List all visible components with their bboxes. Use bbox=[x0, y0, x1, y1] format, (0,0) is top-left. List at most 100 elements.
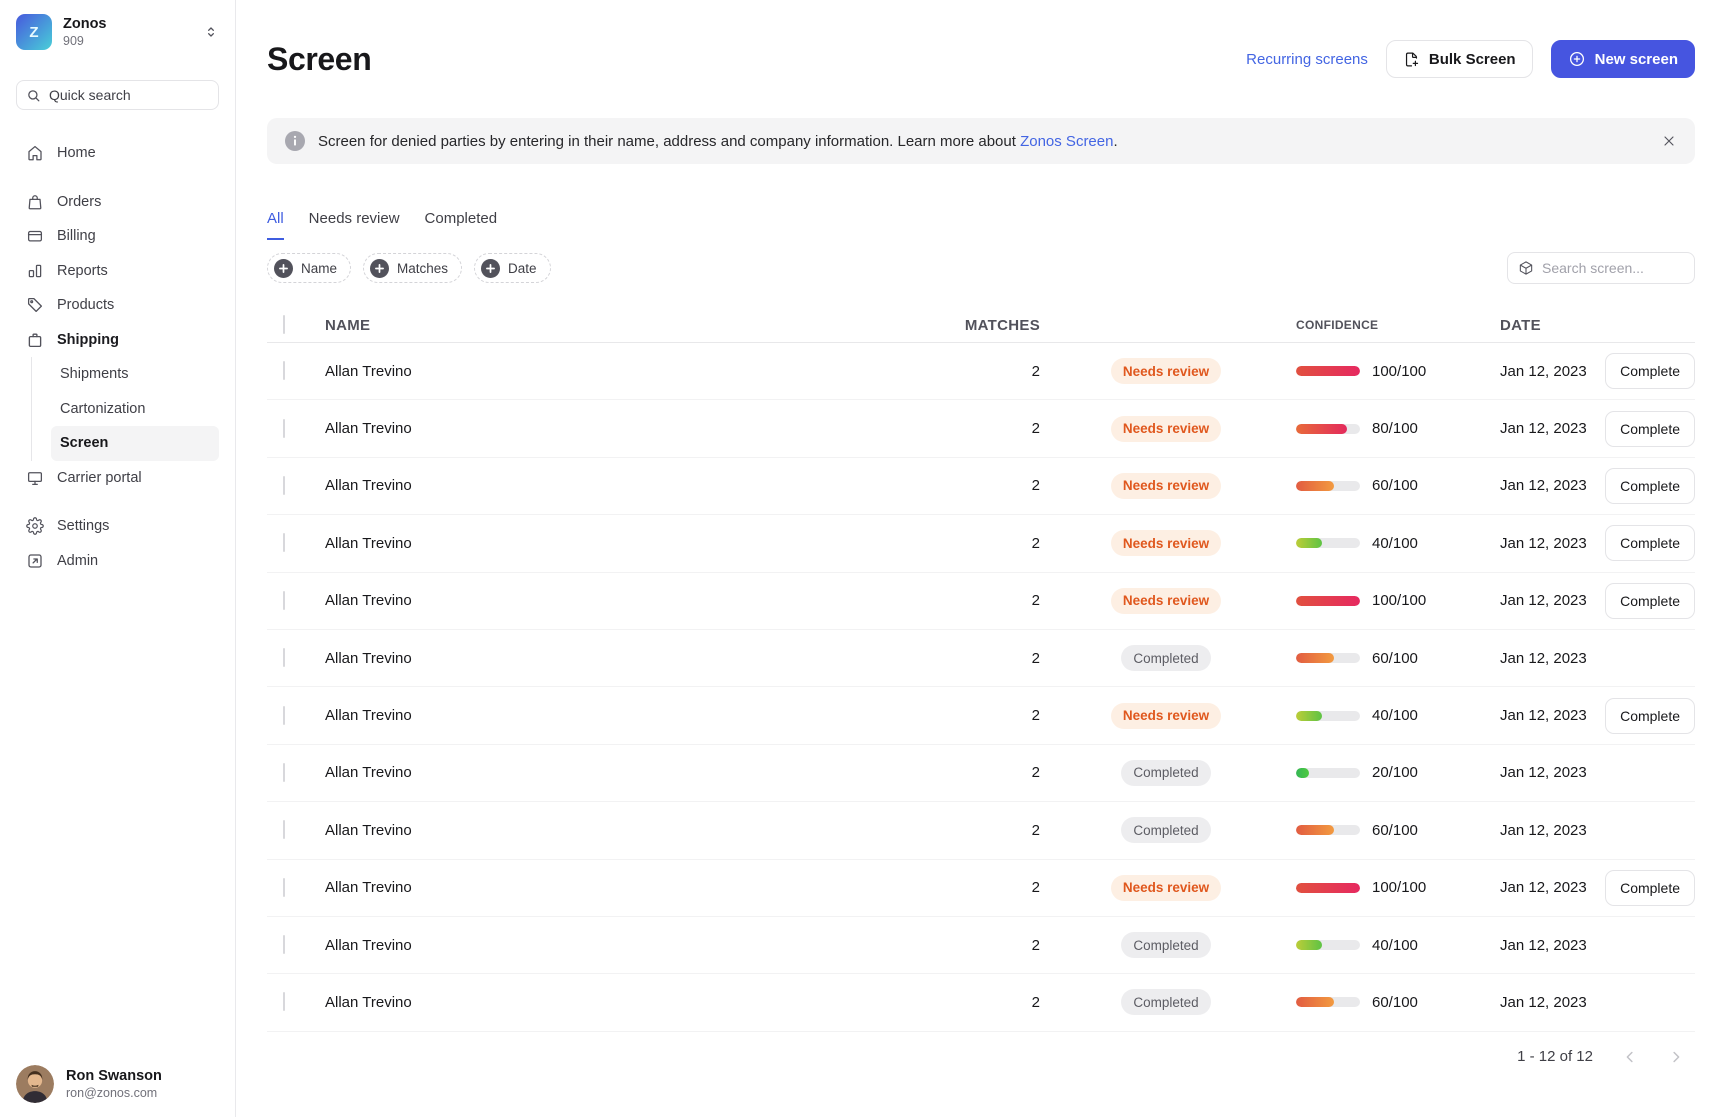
confidence-score: 20/100 bbox=[1372, 764, 1418, 781]
row-date: Jan 12, 2023 bbox=[1500, 937, 1600, 954]
confidence-score: 40/100 bbox=[1372, 535, 1418, 552]
select-all-checkbox[interactable] bbox=[283, 315, 285, 334]
row-checkbox[interactable] bbox=[283, 648, 285, 667]
sidebar-item-admin[interactable]: Admin bbox=[16, 544, 219, 579]
row-matches: 2 bbox=[860, 994, 1040, 1011]
info-icon bbox=[285, 131, 305, 151]
chevron-left-icon[interactable] bbox=[1621, 1048, 1639, 1066]
confidence-bar-fill bbox=[1296, 768, 1309, 778]
tab-all[interactable]: All bbox=[267, 210, 284, 240]
row-confidence-cell: 20/100 bbox=[1292, 764, 1500, 781]
complete-button[interactable]: Complete bbox=[1605, 583, 1695, 619]
row-checkbox[interactable] bbox=[283, 361, 285, 380]
sidebar-item-products[interactable]: Products bbox=[16, 288, 219, 323]
quick-search-input[interactable] bbox=[49, 87, 209, 103]
user-avatar bbox=[16, 1065, 54, 1103]
row-checkbox[interactable] bbox=[283, 820, 285, 839]
table-row: Allan Trevino 2 Completed 60/100 Jan 12,… bbox=[267, 802, 1695, 859]
row-status-cell: Needs review bbox=[1040, 875, 1292, 901]
filter-chip-matches[interactable]: Matches bbox=[363, 253, 462, 283]
row-status-cell: Needs review bbox=[1040, 358, 1292, 384]
status-badge: Completed bbox=[1121, 932, 1210, 958]
table-row: Allan Trevino 2 Completed 40/100 Jan 12,… bbox=[267, 917, 1695, 974]
complete-button[interactable]: Complete bbox=[1605, 353, 1695, 389]
sidebar-item-label: Screen bbox=[60, 435, 108, 451]
confidence-score: 80/100 bbox=[1372, 420, 1418, 437]
row-date: Jan 12, 2023 bbox=[1500, 994, 1600, 1011]
credit-card-icon bbox=[26, 227, 44, 245]
complete-button[interactable]: Complete bbox=[1605, 411, 1695, 447]
table-row: Allan Trevino 2 Completed 60/100 Jan 12,… bbox=[267, 630, 1695, 687]
confidence-bar-fill bbox=[1296, 596, 1360, 606]
screen-search-field[interactable] bbox=[1507, 252, 1695, 284]
row-checkbox-cell bbox=[283, 649, 301, 667]
tab-needs-review[interactable]: Needs review bbox=[309, 210, 400, 240]
sidebar-item-reports[interactable]: Reports bbox=[16, 254, 219, 289]
sidebar-item-settings[interactable]: Settings bbox=[16, 509, 219, 544]
table-header-row: NAME MATCHES CONFIDENCE DATE bbox=[267, 308, 1695, 343]
row-checkbox[interactable] bbox=[283, 476, 285, 495]
status-badge: Needs review bbox=[1111, 703, 1221, 729]
row-matches: 2 bbox=[860, 477, 1040, 494]
close-icon[interactable] bbox=[1661, 133, 1677, 149]
header-checkbox-cell bbox=[283, 316, 301, 334]
confidence-score: 100/100 bbox=[1372, 592, 1426, 609]
sidebar-item-shipping[interactable]: Shipping bbox=[16, 323, 219, 358]
complete-button[interactable]: Complete bbox=[1605, 468, 1695, 504]
user-menu[interactable]: Ron Swanson ron@zonos.com bbox=[16, 1065, 219, 1103]
row-checkbox[interactable] bbox=[283, 533, 285, 552]
complete-button[interactable]: Complete bbox=[1605, 525, 1695, 561]
row-name: Allan Trevino bbox=[325, 822, 860, 839]
row-name: Allan Trevino bbox=[325, 477, 860, 494]
filter-chip-name[interactable]: Name bbox=[267, 253, 351, 283]
info-banner: Screen for denied parties by entering in… bbox=[267, 118, 1695, 164]
confidence-bar bbox=[1296, 481, 1360, 491]
row-checkbox[interactable] bbox=[283, 878, 285, 897]
row-date: Jan 12, 2023 bbox=[1500, 822, 1600, 839]
row-checkbox[interactable] bbox=[283, 591, 285, 610]
sidebar-nav: Home Orders Billing Reports Products S bbox=[16, 136, 219, 578]
tab-completed[interactable]: Completed bbox=[425, 210, 498, 240]
sidebar-item-carrier-portal[interactable]: Carrier portal bbox=[16, 461, 219, 496]
confidence-bar-fill bbox=[1296, 538, 1322, 548]
row-matches: 2 bbox=[860, 937, 1040, 954]
row-checkbox[interactable] bbox=[283, 992, 285, 1011]
tag-icon bbox=[26, 296, 44, 314]
row-checkbox-cell bbox=[283, 592, 301, 610]
sidebar-item-screen[interactable]: Screen bbox=[51, 426, 219, 461]
screen-search-input[interactable] bbox=[1542, 260, 1684, 276]
confidence-bar-fill bbox=[1296, 940, 1322, 950]
sidebar-item-home[interactable]: Home bbox=[16, 136, 219, 171]
quick-search-field[interactable] bbox=[16, 80, 219, 110]
pagination-label: 1 - 12 of 12 bbox=[1517, 1048, 1593, 1065]
row-checkbox-cell bbox=[283, 534, 301, 552]
sidebar-item-orders[interactable]: Orders bbox=[16, 185, 219, 220]
sidebar-item-billing[interactable]: Billing bbox=[16, 219, 219, 254]
row-name: Allan Trevino bbox=[325, 592, 860, 609]
sidebar-item-label: Shipments bbox=[60, 366, 129, 382]
sidebar-item-cartonization[interactable]: Cartonization bbox=[51, 392, 219, 427]
bulk-screen-button[interactable]: Bulk Screen bbox=[1386, 40, 1533, 78]
org-switcher[interactable]: Z Zonos 909 bbox=[16, 12, 219, 52]
zonos-screen-link[interactable]: Zonos Screen bbox=[1020, 133, 1113, 150]
complete-button[interactable]: Complete bbox=[1605, 698, 1695, 734]
new-screen-button[interactable]: New screen bbox=[1551, 40, 1695, 78]
gear-icon bbox=[26, 517, 44, 535]
recurring-screens-link[interactable]: Recurring screens bbox=[1246, 51, 1368, 68]
row-name: Allan Trevino bbox=[325, 937, 860, 954]
row-checkbox[interactable] bbox=[283, 935, 285, 954]
filter-chip-date[interactable]: Date bbox=[474, 253, 551, 283]
row-action-cell: Complete bbox=[1600, 411, 1695, 447]
chevron-right-icon[interactable] bbox=[1667, 1048, 1685, 1066]
confidence-score: 60/100 bbox=[1372, 477, 1418, 494]
row-matches: 2 bbox=[860, 650, 1040, 667]
sidebar-item-label: Home bbox=[57, 145, 96, 161]
row-checkbox[interactable] bbox=[283, 419, 285, 438]
sidebar-item-shipments[interactable]: Shipments bbox=[51, 357, 219, 392]
row-checkbox[interactable] bbox=[283, 763, 285, 782]
status-badge: Needs review bbox=[1111, 416, 1221, 442]
row-confidence-cell: 60/100 bbox=[1292, 822, 1500, 839]
row-checkbox[interactable] bbox=[283, 706, 285, 725]
row-name: Allan Trevino bbox=[325, 707, 860, 724]
complete-button[interactable]: Complete bbox=[1605, 870, 1695, 906]
